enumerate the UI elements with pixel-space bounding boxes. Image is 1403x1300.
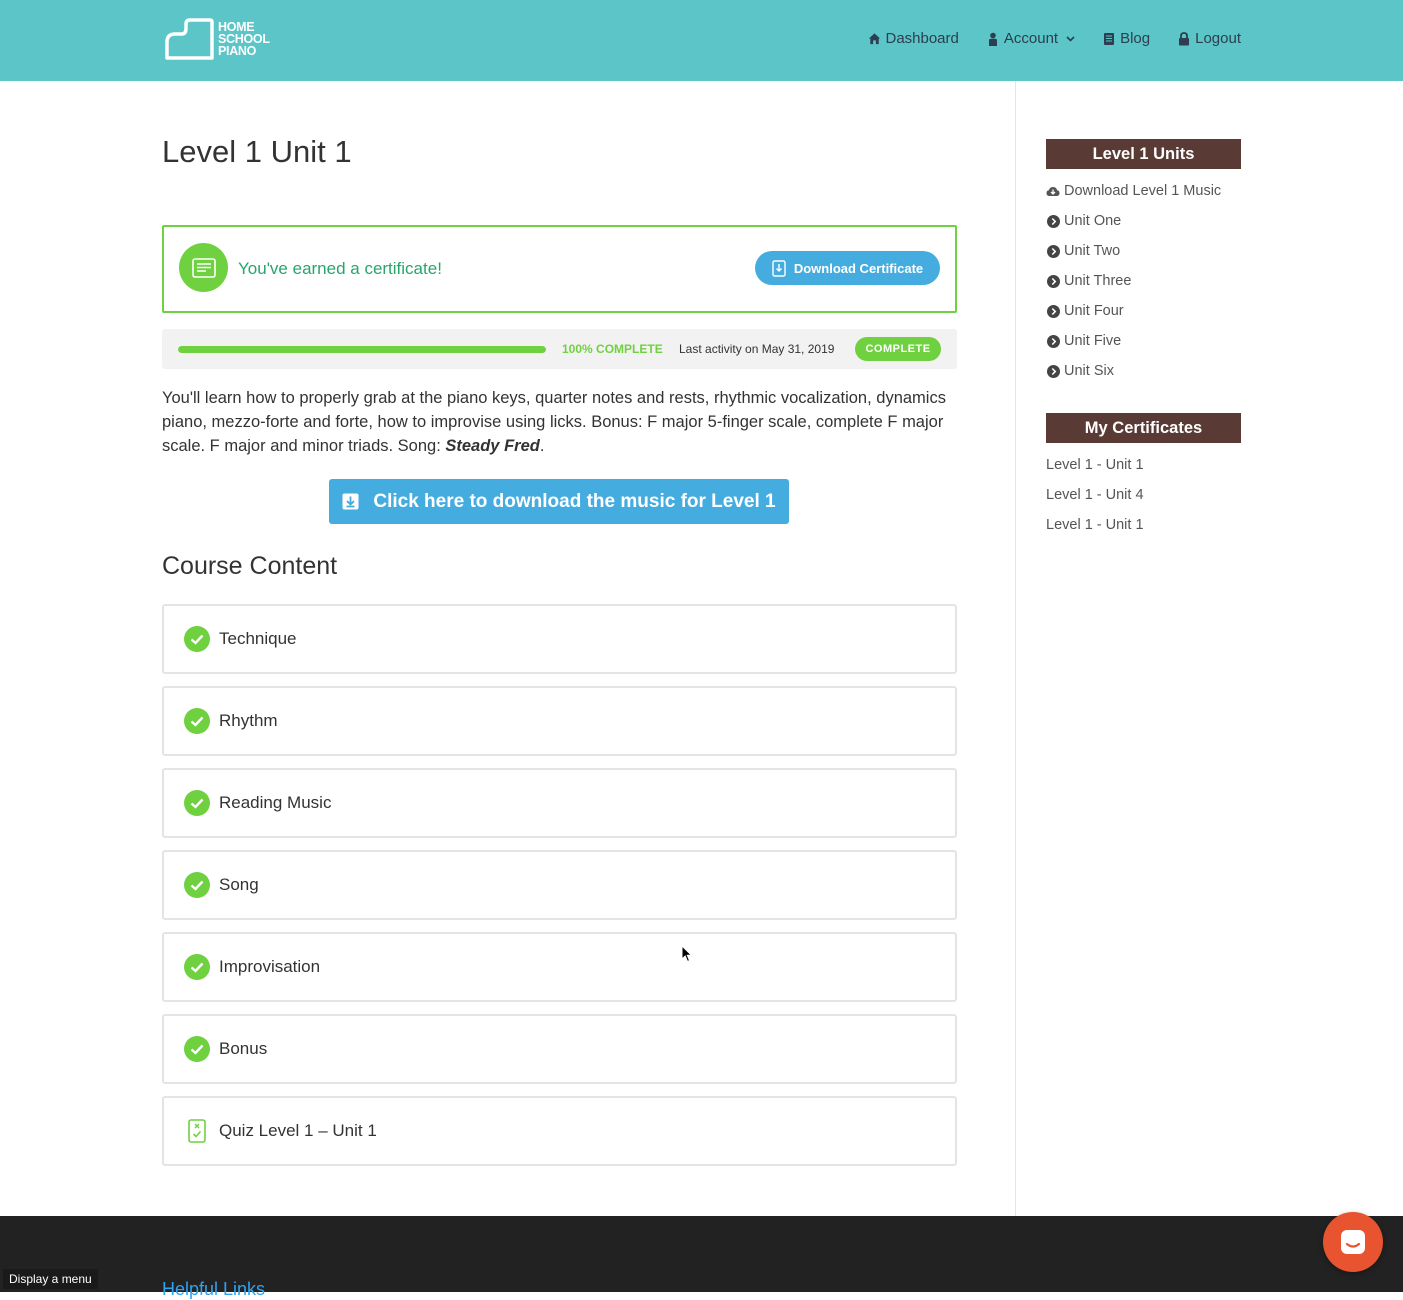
chat-icon — [1341, 1230, 1365, 1254]
lesson-label: Improvisation — [219, 957, 321, 976]
certificate-link[interactable]: Level 1 - Unit 4 — [1046, 487, 1144, 503]
course-content-title: Course Content — [162, 552, 338, 580]
site-header: HOME SCHOOL PIANO Dashboard Account Blog — [0, 0, 1403, 81]
sidebar-item-label: Unit Two — [1064, 243, 1121, 259]
sidebar-item-label: Unit Three — [1064, 273, 1132, 289]
piano-logo-icon — [165, 18, 214, 60]
display-menu-tooltip: Display a menu — [3, 1269, 98, 1289]
progress-bar — [178, 346, 546, 353]
helpful-links-heading[interactable]: Helpful Links — [162, 1279, 265, 1300]
lesson-label: Quiz Level 1 – Unit 1 — [219, 1121, 377, 1140]
lesson-rhythm[interactable]: Rhythm — [162, 686, 957, 756]
sidebar-item-label: Unit Four — [1064, 303, 1124, 319]
chat-launcher-button[interactable] — [1323, 1212, 1383, 1272]
check-icon — [184, 954, 210, 980]
check-icon — [184, 872, 210, 898]
sidebar-item-unit-two[interactable]: Unit Two — [1046, 243, 1120, 259]
download-certificate-button[interactable]: Download Certificate — [755, 251, 940, 285]
nav-dashboard[interactable]: Dashboard — [867, 30, 959, 47]
last-activity: Last activity on May 31, 2019 — [679, 342, 835, 356]
certificate-icon — [179, 243, 228, 292]
sidebar-item-label: Unit Five — [1064, 333, 1122, 349]
description-text: You'll learn how to properly grab at the… — [162, 389, 946, 455]
sidebar-item-unit-one[interactable]: Unit One — [1046, 213, 1121, 229]
download-music-label: Click here to download the music for Lev… — [373, 490, 776, 512]
check-icon — [184, 1036, 210, 1062]
lesson-label: Bonus — [219, 1039, 268, 1058]
lesson-bonus[interactable]: Bonus — [162, 1014, 957, 1084]
lesson-improvisation[interactable]: Improvisation — [162, 932, 957, 1002]
certificate-panel: You've earned a certificate! Download Ce… — [162, 225, 957, 313]
chevron-circle-icon — [1046, 364, 1060, 378]
description-end: . — [539, 437, 545, 455]
nav-account[interactable]: Account — [986, 30, 1075, 47]
page-title: Level 1 Unit 1 — [162, 134, 352, 169]
site-footer: Helpful Links — [0, 1216, 1403, 1299]
lesson-technique[interactable]: Technique — [162, 604, 957, 674]
unit-description: You'll learn how to properly grab at the… — [162, 386, 957, 458]
sidebar-item-label: Unit Six — [1064, 363, 1114, 379]
sidebar-item-unit-four[interactable]: Unit Four — [1046, 303, 1124, 319]
chevron-circle-icon — [1046, 244, 1060, 258]
nav-dashboard-label: Dashboard — [885, 30, 959, 47]
sidebar-units-title: Level 1 Units — [1046, 139, 1241, 169]
sidebar-item-download-music[interactable]: Download Level 1 Music — [1046, 183, 1221, 199]
progress-percent: 100% COMPLETE — [562, 342, 663, 356]
lesson-label: Technique — [219, 629, 297, 648]
check-icon — [184, 626, 210, 652]
main-nav: Dashboard Account Blog Logout — [840, 30, 1241, 47]
lesson-label: Rhythm — [219, 711, 278, 730]
certificate-link[interactable]: Level 1 - Unit 1 — [1046, 517, 1144, 533]
check-icon — [184, 790, 210, 816]
lesson-song[interactable]: Song — [162, 850, 957, 920]
nav-logout[interactable]: Logout — [1177, 30, 1241, 47]
quiz-icon — [184, 1118, 210, 1144]
lesson-quiz[interactable]: Quiz Level 1 – Unit 1 — [162, 1096, 957, 1166]
chevron-circle-icon — [1046, 274, 1060, 288]
certificate-link[interactable]: Level 1 - Unit 1 — [1046, 457, 1144, 473]
sidebar-divider — [1015, 81, 1016, 1216]
sidebar-item-unit-five[interactable]: Unit Five — [1046, 333, 1121, 349]
check-icon — [184, 708, 210, 734]
song-name: Steady Fred — [445, 437, 540, 455]
book-icon — [1102, 32, 1116, 46]
lesson-label: Song — [219, 875, 259, 894]
user-icon — [986, 32, 1000, 46]
nav-blog-label: Blog — [1120, 30, 1151, 47]
site-logo[interactable]: HOME SCHOOL PIANO — [164, 17, 280, 61]
mouse-cursor-icon — [681, 945, 693, 963]
download-file-icon — [772, 259, 786, 277]
home-icon — [867, 32, 881, 46]
download-icon — [342, 493, 359, 510]
download-certificate-label: Download Certificate — [793, 260, 924, 276]
nav-account-label: Account — [1003, 30, 1059, 47]
lesson-reading-music[interactable]: Reading Music — [162, 768, 957, 838]
sidebar-item-unit-three[interactable]: Unit Three — [1046, 273, 1131, 289]
nav-logout-label: Logout — [1195, 30, 1241, 47]
sidebar-item-unit-six[interactable]: Unit Six — [1046, 363, 1114, 379]
chevron-circle-icon — [1046, 334, 1060, 348]
sidebar-item-label: Download Level 1 Music — [1064, 183, 1222, 199]
chevron-circle-icon — [1046, 304, 1060, 318]
progress-panel: 100% COMPLETE Last activity on May 31, 2… — [162, 329, 957, 369]
lesson-label: Reading Music — [219, 793, 332, 812]
progress-bar-fill — [178, 346, 546, 353]
status-badge: COMPLETE — [855, 337, 941, 361]
sidebar-item-label: Unit One — [1064, 213, 1122, 229]
sidebar-certificates-title: My Certificates — [1046, 413, 1241, 443]
cloud-download-icon — [1046, 184, 1060, 198]
nav-blog[interactable]: Blog — [1102, 30, 1150, 47]
download-music-button[interactable]: Click here to download the music for Lev… — [329, 479, 789, 524]
chevron-circle-icon — [1046, 214, 1060, 228]
lock-icon — [1177, 31, 1191, 46]
certificate-message: You've earned a certificate! — [238, 259, 442, 278]
chevron-down-icon — [1066, 34, 1075, 44]
logo-line-3: PIANO — [218, 44, 257, 58]
